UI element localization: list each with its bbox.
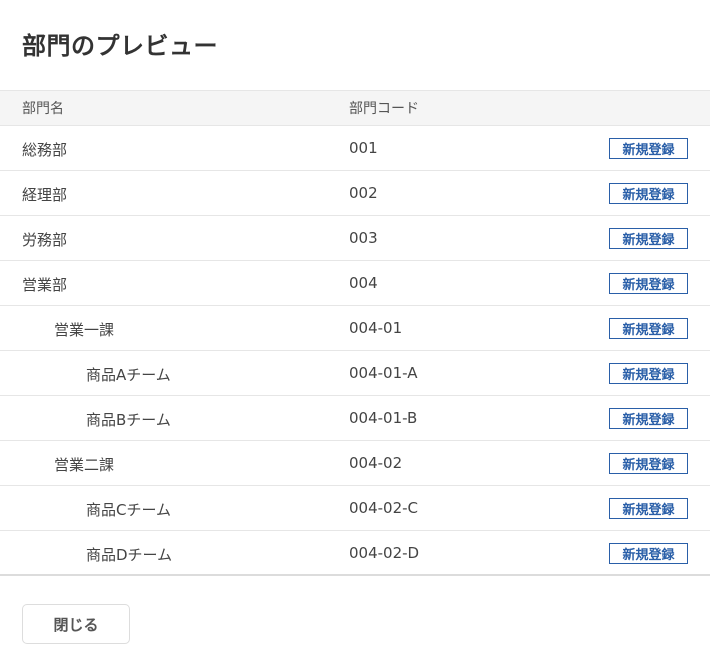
department-code: 004-02-C (349, 499, 419, 517)
register-button[interactable]: 新規登録 (609, 498, 688, 519)
register-button[interactable]: 新規登録 (609, 273, 688, 294)
department-code: 004-01-B (349, 409, 418, 427)
column-header-code: 部門コード (349, 101, 419, 117)
register-button[interactable]: 新規登録 (609, 228, 688, 249)
department-code: 004 (349, 274, 378, 292)
department-code: 003 (349, 229, 378, 247)
department-code: 002 (349, 184, 378, 202)
department-name: 総務部 (22, 141, 68, 159)
table-row: 商品Aチーム 004-01-A 新規登録 (0, 351, 710, 396)
register-button[interactable]: 新規登録 (609, 408, 688, 429)
department-name: 営業二課 (54, 456, 115, 474)
register-button[interactable]: 新規登録 (609, 183, 688, 204)
department-name: 営業一課 (54, 321, 115, 339)
table-body: 総務部 001 新規登録 経理部 002 新規登録 労務部 003 新規登録 営業部 004 新規登録… (0, 126, 710, 576)
department-name: 商品Dチーム (86, 546, 173, 564)
close-button[interactable]: 閉じる (22, 604, 130, 644)
department-name: 商品Aチーム (86, 366, 171, 384)
register-button[interactable]: 新規登録 (609, 543, 688, 564)
department-name: 労務部 (22, 231, 68, 249)
dialog-title: 部門のプレビュー (22, 32, 218, 60)
table-header: 部門名 部門コード (0, 90, 710, 126)
department-code: 004-01-A (349, 364, 418, 382)
table-row: 商品Bチーム 004-01-B 新規登録 (0, 396, 710, 441)
register-button[interactable]: 新規登録 (609, 453, 688, 474)
table-row: 総務部 001 新規登録 (0, 126, 710, 171)
department-preview-dialog: 部門のプレビュー 部門名 部門コード 総務部 001 新規登録 経理部 002 新規登録労… (0, 0, 710, 667)
department-name: 営業部 (22, 276, 68, 294)
register-button[interactable]: 新規登録 (609, 138, 688, 159)
department-code: 004-02 (349, 454, 403, 472)
department-name: 商品Cチーム (86, 501, 172, 519)
department-code: 001 (349, 139, 378, 157)
department-code: 004-02-D (349, 544, 420, 562)
column-header-name: 部門名 (22, 101, 64, 117)
register-button[interactable]: 新規登録 (609, 363, 688, 384)
table-row: 営業部 004 新規登録 (0, 261, 710, 306)
department-name: 経理部 (22, 186, 68, 204)
table-row: 営業一課 004-01 新規登録 (0, 306, 710, 351)
department-table: 部門名 部門コード 総務部 001 新規登録 経理部 002 新規登録 労務部 003 新規登録… (0, 90, 710, 576)
table-row: 商品Cチーム 004-02-C 新規登録 (0, 486, 710, 531)
table-row: 営業二課 004-02 新規登録 (0, 441, 710, 486)
table-row: 経理部 002 新規登録 (0, 171, 710, 216)
department-name: 商品Bチーム (86, 411, 171, 429)
register-button[interactable]: 新規登録 (609, 318, 688, 339)
department-code: 004-01 (349, 319, 403, 337)
table-row: 商品Dチーム 004-02-D 新規登録 (0, 531, 710, 576)
table-row: 労務部 003 新規登録 (0, 216, 710, 261)
